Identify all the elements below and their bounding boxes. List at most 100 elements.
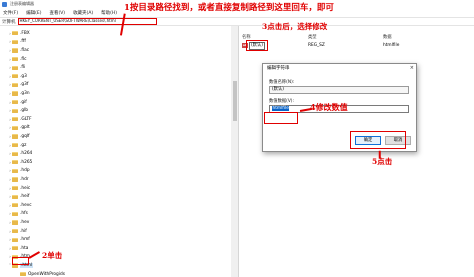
- tree-item[interactable]: › .hev: [8, 218, 29, 227]
- tree-item[interactable]: › .hdr: [8, 175, 29, 184]
- tree-item-label: .hif: [20, 228, 27, 234]
- tree-item-label: .gplt: [20, 125, 30, 131]
- window-title: 注册表编辑器: [10, 1, 34, 6]
- folder-icon: [12, 203, 18, 208]
- tree-item-label: .hdr: [20, 176, 29, 182]
- folder-icon: [12, 39, 18, 44]
- menu-view[interactable]: 查看(V): [49, 10, 65, 16]
- value-data-label: 数值数据(V):: [269, 99, 294, 104]
- folder-icon: [12, 125, 18, 130]
- folder-icon: [12, 31, 18, 36]
- tree-item-label: .hfs: [20, 211, 28, 217]
- folder-icon: [12, 194, 18, 199]
- value-name-label: 数值名称(N):: [269, 80, 295, 85]
- tree-item[interactable]: OpenWithProgids: [16, 270, 65, 277]
- tree-item-label: .hdp: [20, 168, 30, 174]
- tree-item[interactable]: › .glb: [8, 106, 28, 115]
- folder-icon: [12, 168, 18, 173]
- folder-icon: [12, 237, 18, 242]
- tree-scrollbar[interactable]: [231, 26, 238, 277]
- tree-item[interactable]: › .h264: [8, 149, 32, 158]
- folder-icon: [12, 160, 18, 165]
- step5-annotation: 5点击: [372, 157, 393, 166]
- tree-item-label: .gz: [20, 142, 27, 148]
- tree-item[interactable]: › .g3: [8, 72, 27, 81]
- tree-item-label: .gqlf: [20, 133, 30, 139]
- tree-item-label: .fli: [20, 65, 26, 71]
- ok-button-highlight-box: [350, 131, 406, 149]
- tree-item[interactable]: › .fli: [8, 63, 25, 72]
- value-row-default[interactable]: ab (默认) REG_SZ htmlfile: [240, 42, 474, 50]
- tree-item-label: .h264: [20, 151, 33, 157]
- folder-icon: [12, 91, 18, 96]
- folder-icon: [12, 143, 18, 148]
- folder-icon: [12, 151, 18, 156]
- tree-item[interactable]: › .heif: [8, 192, 29, 201]
- tree-item[interactable]: › .gqlf: [8, 132, 30, 141]
- tree-item-label: .flc: [20, 56, 27, 62]
- address-label: 计算机: [2, 19, 16, 25]
- folder-icon: [12, 117, 18, 122]
- tree-item[interactable]: › .hfs: [8, 210, 28, 219]
- tree-item[interactable]: › .gif: [8, 98, 27, 107]
- tree-item-label: .g3f: [20, 82, 29, 88]
- column-type-header[interactable]: 类型: [308, 34, 317, 41]
- tree-item[interactable]: › .hevc: [8, 201, 32, 210]
- tree-item[interactable]: › .fff: [8, 38, 26, 47]
- folder-icon: [12, 82, 18, 87]
- folder-icon: [12, 134, 18, 139]
- step2-annotation: 2单击: [42, 251, 63, 260]
- tree-item[interactable]: › .hdp: [8, 167, 30, 176]
- tree-item-label: .hmf: [20, 237, 30, 243]
- tree-item[interactable]: › .hmf: [8, 235, 30, 244]
- tree-item-label: OpenWithProgids: [28, 271, 65, 277]
- column-data-header[interactable]: 数据: [383, 34, 392, 41]
- tree-item-label: .hevc: [20, 202, 32, 208]
- folder-icon: [12, 57, 18, 62]
- tree-item[interactable]: › .hta: [8, 244, 28, 253]
- folder-icon: [12, 65, 18, 70]
- tree-item-label: .glb: [20, 108, 29, 114]
- menu-help[interactable]: 帮助(H): [101, 10, 117, 16]
- tree-item[interactable]: › .heic: [8, 184, 30, 193]
- tree-item[interactable]: › .g3f: [8, 81, 28, 90]
- address-input[interactable]: HKEY_CURRENT_USER\SOFTWARE\Classes\.html: [17, 18, 157, 25]
- folder-icon: [12, 246, 18, 251]
- tree-item-label: .GLTF: [20, 116, 32, 122]
- folder-icon: [12, 229, 18, 234]
- tree-item[interactable]: › .g3n: [8, 89, 30, 98]
- html-key-highlight-box: [12, 257, 29, 265]
- key-tree-pane: › .FBX › .fff › .flac › .flc › .fli › .g3 › .g3f › .g3n…: [0, 26, 239, 277]
- menu-edit[interactable]: 编辑(E): [26, 10, 41, 16]
- folder-icon: [12, 177, 18, 182]
- tree-item[interactable]: › .GLTF: [8, 115, 32, 124]
- tree-scrollbar-thumb[interactable]: [232, 81, 237, 121]
- tree-item-label: .h265: [20, 159, 33, 165]
- value-data: htmlfile: [383, 43, 400, 48]
- value-name-field: (默认): [269, 86, 409, 94]
- dialog-close-icon[interactable]: ×: [410, 64, 414, 73]
- tree-item[interactable]: › .h265: [8, 158, 32, 167]
- tree-item[interactable]: › .hif: [8, 227, 27, 236]
- default-value-highlight-box: [246, 40, 268, 51]
- menu-favorites[interactable]: 收藏夹(A): [73, 10, 93, 16]
- folder-icon: [12, 48, 18, 53]
- value-type: REG_SZ: [308, 43, 325, 48]
- tree-item[interactable]: › .flac: [8, 46, 29, 55]
- step3-annotation: 3点击后，选择修改: [262, 22, 328, 31]
- regedit-app-icon: [2, 1, 7, 7]
- folder-icon: [12, 74, 18, 79]
- tree-item-label: .g3n: [20, 90, 30, 96]
- menu-file[interactable]: 文件(F): [3, 10, 18, 16]
- tree-item[interactable]: › .flc: [8, 55, 26, 64]
- folder-icon: [12, 211, 18, 216]
- tree-item[interactable]: › .gplt: [8, 124, 30, 133]
- tree-item-label: .g3: [20, 73, 27, 79]
- dialog-title: 编辑字符串: [263, 64, 416, 73]
- value-data-selected-text: htmlfile: [272, 106, 290, 111]
- tree-item-label: .heic: [20, 185, 31, 191]
- folder-icon: [12, 108, 18, 113]
- tree-item[interactable]: › .gz: [8, 141, 26, 150]
- tree-item[interactable]: › .FBX: [8, 29, 30, 38]
- data-input-highlight-box: [264, 112, 298, 124]
